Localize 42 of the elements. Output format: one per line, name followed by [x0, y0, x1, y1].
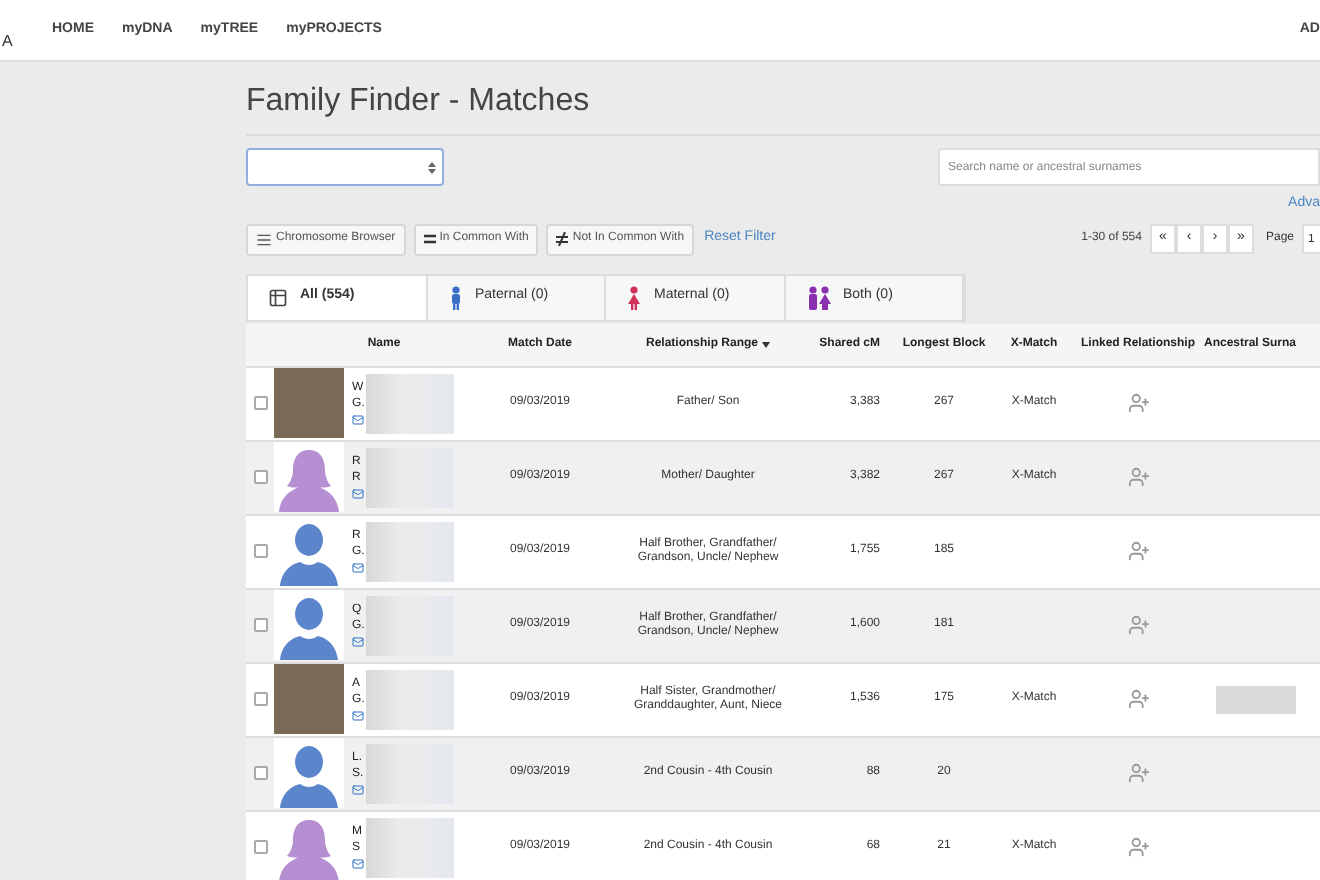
add-person-icon[interactable]: [1127, 762, 1149, 784]
sort-caret-icon: [762, 341, 770, 347]
email-icon[interactable]: [352, 636, 364, 648]
row-checkbox[interactable]: [254, 766, 268, 780]
add-person-icon[interactable]: [1127, 466, 1149, 488]
couple-icon: [805, 285, 831, 309]
table-icon: [268, 287, 288, 307]
redaction-blur: [366, 669, 455, 729]
page-title: Family Finder - Matches: [246, 82, 592, 122]
add-person-icon[interactable]: [1127, 392, 1149, 414]
row-checkbox[interactable]: [254, 544, 268, 558]
select-arrows-icon: [428, 161, 436, 173]
redaction-blur: [366, 595, 455, 655]
row-checkbox[interactable]: [254, 396, 268, 410]
redaction-blur: [366, 447, 454, 507]
row-checkbox[interactable]: [254, 470, 268, 484]
equals-icon: [423, 234, 436, 244]
email-icon[interactable]: [352, 858, 364, 870]
redaction-blur: [366, 373, 455, 433]
filter-select[interactable]: [246, 148, 444, 186]
logo-text: A: [2, 30, 15, 54]
email-icon[interactable]: [352, 710, 364, 722]
add-person-icon[interactable]: [1127, 540, 1149, 562]
email-icon[interactable]: [352, 414, 364, 426]
not-equal-icon: [556, 232, 569, 246]
email-icon[interactable]: [352, 562, 364, 574]
add-person-icon[interactable]: [1127, 836, 1149, 858]
email-icon[interactable]: [352, 784, 364, 796]
redaction-blur: [366, 817, 454, 877]
man-icon: [447, 285, 463, 309]
redaction-blur: [366, 521, 455, 581]
photo-placeholder: [274, 368, 344, 438]
add-person-icon[interactable]: [1127, 688, 1149, 710]
redaction-blur: [366, 743, 454, 803]
row-checkbox[interactable]: [254, 618, 268, 632]
row-checkbox[interactable]: [254, 840, 268, 854]
photo-placeholder: [274, 664, 344, 734]
add-person-icon[interactable]: [1127, 614, 1149, 636]
woman-icon: [626, 285, 642, 309]
row-checkbox[interactable]: [254, 692, 268, 706]
email-icon[interactable]: [352, 488, 364, 500]
list-icon: [256, 231, 272, 247]
